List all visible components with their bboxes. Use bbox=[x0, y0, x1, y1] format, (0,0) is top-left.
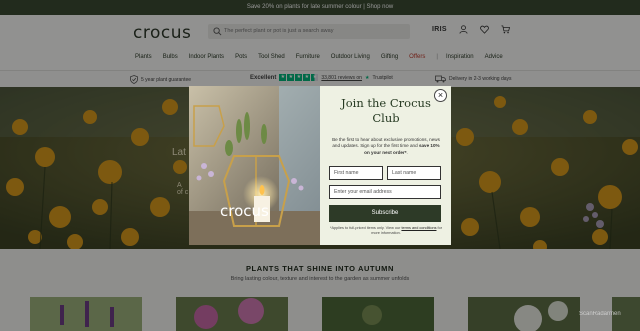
modal-body-end: . bbox=[406, 149, 408, 155]
watermark: ScanRadarmen bbox=[579, 311, 621, 317]
email-placeholder: Enter your email address bbox=[334, 189, 392, 195]
crocus-club-modal: crocus × Join the Crocus Club Be the fir… bbox=[189, 86, 451, 245]
email-field[interactable]: Enter your email address bbox=[329, 185, 441, 199]
terms-text: *Applies to full-priced items only. View… bbox=[329, 226, 443, 236]
first-name-placeholder: First name bbox=[334, 170, 359, 176]
lantern-photo bbox=[189, 86, 320, 245]
first-name-field[interactable]: First name bbox=[329, 166, 383, 180]
modal-image: crocus bbox=[189, 86, 320, 245]
subscribe-button[interactable]: Subscribe bbox=[329, 205, 441, 222]
last-name-field[interactable]: Last name bbox=[387, 166, 441, 180]
modal-crocus-logo: crocus bbox=[220, 202, 269, 220]
terms-link[interactable]: terms and conditions bbox=[401, 226, 436, 230]
last-name-placeholder: Last name bbox=[392, 170, 417, 176]
terms-prefix: *Applies to full-priced items only. View… bbox=[330, 226, 401, 230]
modal-body: Be the first to hear about exclusive pro… bbox=[329, 137, 443, 156]
modal-title: Join the Crocus Club bbox=[341, 96, 431, 125]
